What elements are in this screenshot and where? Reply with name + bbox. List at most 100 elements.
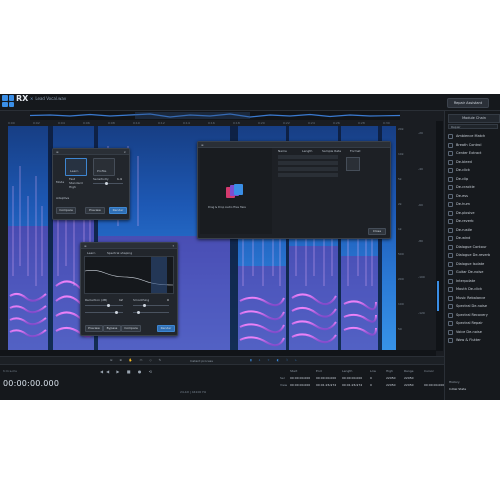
drop-zone[interactable]: Drag & Drop Audio Files Here xyxy=(200,148,272,234)
view-value[interactable]: 00:00:00.000 xyxy=(290,383,310,387)
history-title: History xyxy=(449,380,460,384)
sel-value[interactable]: 0 xyxy=(370,376,372,380)
module-item[interactable]: Breath Control xyxy=(448,142,498,149)
instant-process-label[interactable]: Instant process xyxy=(190,359,213,363)
file-tab[interactable]: × Lead Vocal.wav xyxy=(30,96,66,101)
secondary-slider-right[interactable] xyxy=(133,311,169,314)
dialog-close-icon[interactable]: × xyxy=(123,150,126,154)
track-list[interactable] xyxy=(278,155,338,179)
module-item[interactable]: Dialogue De-reverb xyxy=(448,252,498,259)
module-label: Spectral Recovery xyxy=(456,312,488,317)
audio-files-icon xyxy=(226,184,244,200)
mode-option-high[interactable]: High xyxy=(69,185,76,189)
module-icon xyxy=(448,202,453,207)
learn-tile[interactable]: Learn xyxy=(65,158,87,176)
module-item[interactable]: De-rustle xyxy=(448,227,498,234)
dialog-menu-icon[interactable]: ≡ xyxy=(84,244,87,248)
close-button[interactable]: Close xyxy=(368,228,386,235)
preview-button[interactable]: Preview xyxy=(85,325,103,332)
module-item[interactable]: Dialogue Contour xyxy=(448,244,498,251)
sel-value[interactable]: 22050 xyxy=(404,376,414,380)
module-label: De-plosive xyxy=(456,210,475,215)
view-value[interactable]: 00:00:00.000 xyxy=(424,383,444,387)
denoise-dialog[interactable]: ≡ × Learn Profile Mode Fast Standard Hig… xyxy=(52,148,130,220)
learn-label: Learn xyxy=(70,169,79,173)
bypass-button[interactable]: Bypass xyxy=(103,325,121,332)
module-filter-select[interactable]: Repair xyxy=(448,124,498,129)
smoothing-value[interactable]: 0 xyxy=(167,298,169,302)
render-button[interactable]: Render xyxy=(157,325,175,332)
module-item[interactable]: De-reverb xyxy=(448,218,498,225)
view-value[interactable]: 00:01:26.974 xyxy=(342,383,362,387)
module-item[interactable]: Center Extract xyxy=(448,150,498,157)
ruler-tick: 0:18 xyxy=(233,121,240,125)
module-item[interactable]: Spectral Repair xyxy=(448,320,498,327)
module-label: Breath Control xyxy=(456,142,482,147)
smoothing-label: Smoothing xyxy=(133,298,150,302)
module-item[interactable]: De-clip xyxy=(448,176,498,183)
tab-learn[interactable]: Learn xyxy=(87,251,95,255)
history-item[interactable]: Initial State xyxy=(449,387,466,391)
module-label: De-wind xyxy=(456,236,471,240)
tab-spectral-shaping[interactable]: Spectral shaping xyxy=(107,251,132,255)
time-format-label[interactable]: h:m:s.ms xyxy=(3,369,17,373)
dialog-help-icon[interactable]: ? xyxy=(172,244,174,248)
compare-button[interactable]: Compare xyxy=(121,325,141,332)
waveform-overview[interactable] xyxy=(30,111,400,120)
module-item[interactable]: Voice De-noise xyxy=(448,329,498,336)
selection-tools-icon[interactable]: ▮ ⌖ ✧ ◐ ⌇ ⌁ xyxy=(250,358,300,362)
ruler-tick: 0:24 xyxy=(308,121,315,125)
module-chain-button[interactable]: Module Chain xyxy=(448,114,500,123)
module-item[interactable]: Guitar De-noise xyxy=(448,269,498,276)
module-item[interactable]: Spectral De-noise xyxy=(448,303,498,310)
repair-assistant-button[interactable]: Repair Assistant xyxy=(447,98,489,108)
smoothing-slider[interactable] xyxy=(133,304,169,307)
module-item[interactable]: De-bleed xyxy=(448,159,498,166)
module-item[interactable]: Mouth De-click xyxy=(448,286,498,293)
render-button[interactable]: Render xyxy=(109,207,127,214)
sensitivity-slider[interactable] xyxy=(93,182,123,185)
module-item[interactable]: De-hum xyxy=(448,201,498,208)
ruler-tick: 0:26 xyxy=(333,121,340,125)
preview-button[interactable]: Preview xyxy=(85,207,105,214)
module-item[interactable]: Music Rebalance xyxy=(448,295,498,302)
transport-controls[interactable]: ◀◀ ▶ ■ ● ⟲ xyxy=(100,369,155,374)
sel-value[interactable]: 22050 xyxy=(386,376,396,380)
adaptive-checkbox[interactable]: Adaptive xyxy=(56,196,69,200)
info-column-header: Cursor xyxy=(424,369,434,373)
view-value[interactable]: 0 xyxy=(370,383,372,387)
module-item[interactable]: Ambience Match xyxy=(448,133,498,140)
eq-graph[interactable] xyxy=(84,256,174,294)
dialog-menu-icon[interactable]: ≡ xyxy=(56,150,59,154)
compare-button[interactable]: Compare xyxy=(56,207,76,214)
view-value[interactable]: 22050 xyxy=(404,383,414,387)
module-item[interactable]: De-click xyxy=(448,167,498,174)
module-item[interactable]: De-wind xyxy=(448,235,498,242)
module-item[interactable]: Spectral Recovery xyxy=(448,312,498,319)
module-icon xyxy=(448,253,453,258)
module-item[interactable]: Dialogue Isolate xyxy=(448,261,498,268)
module-item[interactable]: Wow & Flutter xyxy=(448,337,498,344)
secondary-slider-left[interactable] xyxy=(85,311,123,314)
import-dialog[interactable]: ≡ Drag & Drop Audio Files Here Name Leng… xyxy=(197,141,391,239)
module-icon xyxy=(448,261,453,267)
reduction-slider[interactable] xyxy=(85,304,123,307)
module-item[interactable]: De-ess xyxy=(448,193,498,200)
db-tick: -60 xyxy=(418,203,423,207)
spectral-shaping-dialog[interactable]: ≡ ? Learn Spectral shaping Reduction (dB… xyxy=(80,242,178,336)
sel-value[interactable]: 00:00:00.000 xyxy=(290,376,310,380)
module-item[interactable]: Interpolate xyxy=(448,278,498,285)
module-item[interactable]: De-crackle xyxy=(448,184,498,191)
sel-value[interactable]: 00:00:00.000 xyxy=(316,376,336,380)
sensitivity-value[interactable]: 1.4 xyxy=(117,177,122,181)
reduction-value[interactable]: 12 xyxy=(119,298,123,302)
reduction-label: Reduction (dB) xyxy=(85,298,108,302)
dialog-menu-icon[interactable]: ≡ xyxy=(201,143,204,147)
zoom-tools-icon[interactable]: ⊖ ⊕ ✋ ▭ ◇ ✎ xyxy=(110,358,164,362)
sel-value[interactable]: 00:00:00.000 xyxy=(342,376,362,380)
view-value[interactable]: 22050 xyxy=(386,383,396,387)
close-tab-icon[interactable]: × xyxy=(30,96,33,101)
profile-tile[interactable]: Profile xyxy=(93,158,115,176)
module-item[interactable]: De-plosive xyxy=(448,210,498,217)
view-value[interactable]: 00:01:26.974 xyxy=(316,383,336,387)
